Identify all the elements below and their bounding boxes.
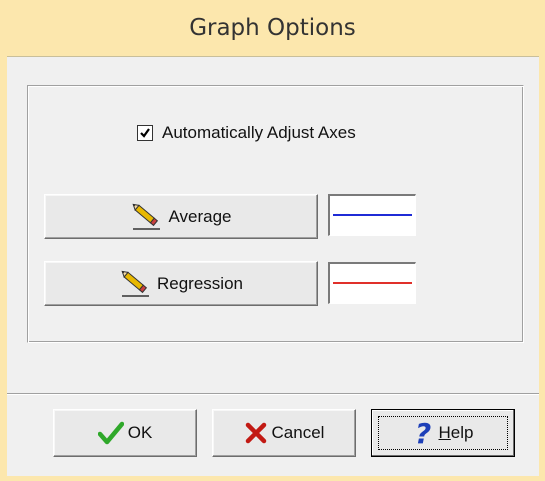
ok-button[interactable]: OK [53,409,197,457]
graph-options-dialog: Graph Options Automatically Adjust Axes [0,0,545,481]
svg-text:?: ? [415,419,431,447]
auto-adjust-axes-checkbox[interactable] [137,125,153,141]
average-line-sample [333,214,412,216]
average-line-color-swatch[interactable] [328,194,416,236]
regression-line-color-swatch[interactable] [328,262,416,304]
pencil-icon [119,269,153,299]
regression-button-label: Regression [157,273,243,293]
auto-adjust-axes-option[interactable]: Automatically Adjust Axes [137,122,356,144]
window-frame-bottom [0,476,545,481]
cancel-button-label: Cancel [271,423,325,442]
regression-line-style-button[interactable]: Regression [44,261,318,306]
footer-divider [7,393,539,395]
pencil-icon [130,202,164,232]
checkmark-icon [97,421,124,445]
title-bar[interactable]: Graph Options [0,0,545,56]
window-frame-right [539,56,545,481]
cancel-button[interactable]: Cancel [212,409,356,457]
help-button[interactable]: ? Help [371,409,515,457]
average-button-label: Average [168,206,232,226]
x-icon [244,421,268,445]
auto-adjust-axes-label: Automatically Adjust Axes [162,123,356,142]
window-frame-left [0,56,7,481]
checkmark-glyph-icon [140,128,150,138]
dialog-title: Graph Options [189,15,356,41]
help-button-label: Help [438,423,474,442]
question-icon: ? [413,417,435,450]
regression-line-sample [333,282,412,284]
ok-button-label: OK [127,423,153,442]
average-line-style-button[interactable]: Average [44,194,318,239]
